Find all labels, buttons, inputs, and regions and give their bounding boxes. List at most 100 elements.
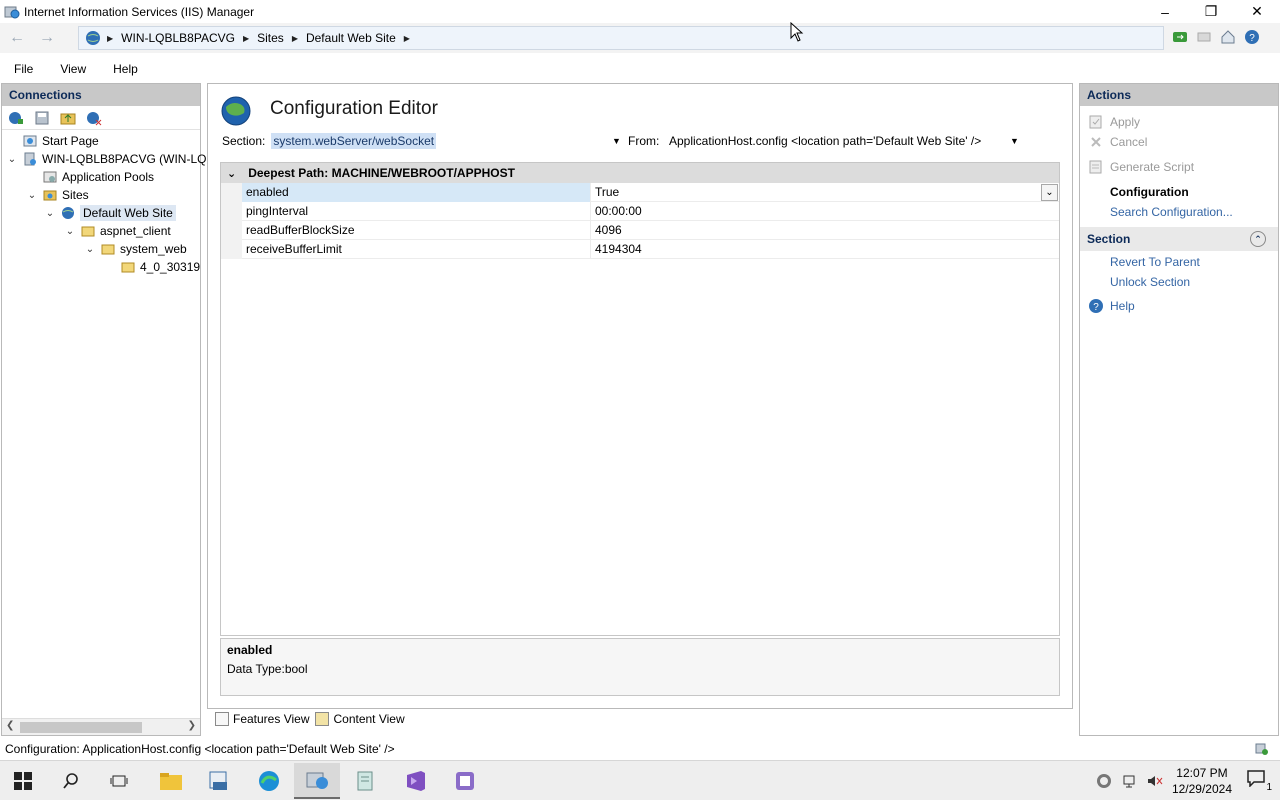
tree-item-sites[interactable]: ⌄ Sites <box>26 186 89 204</box>
up-folder-icon[interactable] <box>58 109 78 127</box>
breadcrumb-item-sites[interactable]: Sites <box>257 31 284 45</box>
folder-icon <box>100 241 116 257</box>
tree-item-default-web-site[interactable]: ⌄ Default Web Site <box>44 204 176 222</box>
search-configuration-link[interactable]: Search Configuration... <box>1110 203 1233 221</box>
scroll-thumb[interactable] <box>20 722 142 733</box>
server-icon <box>22 151 38 167</box>
help-icon[interactable]: ? <box>1242 27 1262 47</box>
property-value[interactable]: 4096 <box>590 220 1059 240</box>
network-status-icon <box>1255 743 1268 755</box>
deepest-path-header[interactable]: ⌄ Deepest Path: MACHINE/WEBROOT/APPHOST <box>221 163 1059 183</box>
property-name[interactable]: readBufferBlockSize <box>242 223 590 237</box>
menu-file[interactable]: File <box>0 62 46 76</box>
notifications-button[interactable]: 1 <box>1246 769 1272 793</box>
cancel-button[interactable]: Cancel <box>1088 133 1147 151</box>
cancel-icon <box>1091 137 1101 147</box>
revert-to-parent-link[interactable]: Revert To Parent <box>1110 253 1200 271</box>
breadcrumb-arrow-icon: ▶ <box>242 33 250 43</box>
tab-content-view[interactable]: Content View <box>315 712 405 726</box>
menu-view[interactable]: View <box>46 62 99 76</box>
scroll-right-icon[interactable]: ❯ <box>188 720 196 731</box>
horizontal-scrollbar[interactable]: ❮ ❯ <box>2 718 200 735</box>
minimize-button[interactable]: – <box>1142 0 1188 23</box>
property-name[interactable]: enabled <box>242 182 590 202</box>
svg-text:?: ? <box>1093 302 1099 313</box>
clock[interactable]: 12:07 PM 12/29/2024 <box>1172 765 1232 797</box>
section-input[interactable]: system.webServer/webSocket <box>271 133 437 149</box>
property-grid: ⌄ Deepest Path: MACHINE/WEBROOT/APPHOST … <box>220 162 1060 636</box>
tree-item-application-pools[interactable]: Application Pools <box>42 168 154 186</box>
app-window-icon <box>456 772 474 790</box>
chevron-down-icon[interactable]: ⌄ <box>26 190 38 201</box>
window-title: Internet Information Services (IIS) Mana… <box>24 4 255 19</box>
description-text: Data Type:bool <box>227 662 308 676</box>
scroll-left-icon[interactable]: ❮ <box>6 720 14 731</box>
breadcrumb-item-server[interactable]: WIN-LQBLB8PACVG <box>121 31 235 45</box>
back-button[interactable]: ← <box>4 27 30 49</box>
taskbar-app[interactable] <box>442 763 488 799</box>
breadcrumb-item-default-web-site[interactable]: Default Web Site <box>306 31 396 45</box>
app-pool-icon <box>42 169 58 185</box>
tab-features-view[interactable]: Features View <box>215 712 309 726</box>
title-bar: Internet Information Services (IIS) Mana… <box>0 0 1280 23</box>
generate-script-button[interactable]: Generate Script <box>1088 158 1194 176</box>
table-row[interactable]: pingInterval 00:00:00 <box>221 201 1059 221</box>
tree-item-4-0-30319[interactable]: 4_0_30319 <box>120 258 200 276</box>
section-label: Section: <box>222 134 266 148</box>
collapse-icon[interactable]: ⌃ <box>1250 231 1266 247</box>
property-name[interactable]: pingInterval <box>242 204 590 218</box>
connect-icon[interactable] <box>6 109 26 127</box>
clock-date: 12/29/2024 <box>1171 782 1232 796</box>
taskbar-visual-studio[interactable] <box>392 763 438 799</box>
taskbar-server-manager[interactable] <box>196 763 242 799</box>
tree-item-start-page[interactable]: Start Page <box>22 132 99 150</box>
help-link[interactable]: ? Help <box>1088 297 1135 315</box>
chevron-down-icon[interactable]: ⌄ <box>44 208 56 219</box>
unlock-section-link[interactable]: Unlock Section <box>1110 273 1190 291</box>
restore-button[interactable]: ❐ <box>1188 0 1234 23</box>
apply-button[interactable]: Apply <box>1088 113 1140 131</box>
property-value[interactable]: True <box>590 182 1059 202</box>
system-tray: 12:07 PM 12/29/2024 1 <box>1096 761 1280 801</box>
start-button[interactable] <box>0 763 46 799</box>
chevron-down-icon[interactable]: ⌄ <box>227 167 236 180</box>
breadcrumb[interactable]: ▶ WIN-LQBLB8PACVG ▶ Sites ▶ Default Web … <box>78 26 1164 50</box>
search-button[interactable] <box>48 763 94 799</box>
section-header[interactable]: Section ⌃ <box>1080 227 1278 251</box>
home-icon[interactable] <box>1218 27 1238 47</box>
taskbar-edge[interactable] <box>246 763 292 799</box>
folder-icon <box>160 773 182 790</box>
section-dropdown-icon[interactable]: ▼ <box>612 136 621 146</box>
property-value[interactable]: 00:00:00 <box>590 201 1059 221</box>
from-dropdown-icon[interactable]: ▼ <box>1010 136 1019 146</box>
property-value[interactable]: 4194304 <box>590 239 1059 259</box>
task-view-button[interactable] <box>96 763 142 799</box>
taskbar-file-explorer[interactable] <box>148 763 194 799</box>
property-name[interactable]: receiveBufferLimit <box>242 242 590 256</box>
taskbar-notepad[interactable] <box>343 763 389 799</box>
from-select[interactable]: ApplicationHost.config <location path='D… <box>669 134 981 148</box>
chevron-down-icon[interactable]: ⌄ <box>6 154 18 165</box>
edge-icon <box>259 771 279 791</box>
stop-icon[interactable] <box>1194 27 1214 47</box>
network-icon[interactable] <box>1122 773 1138 789</box>
disconnect-icon[interactable] <box>84 109 104 127</box>
tree-item-server[interactable]: ⌄ WIN-LQBLB8PACVG (WIN-LQ <box>6 150 207 168</box>
table-row[interactable]: enabled True ⌄ <box>221 182 1059 202</box>
tree-item-aspnet-client[interactable]: ⌄ aspnet_client <box>64 222 171 240</box>
chevron-down-icon[interactable]: ⌄ <box>1041 184 1058 201</box>
clock-time: 12:07 PM <box>1176 766 1228 780</box>
chevron-down-icon[interactable]: ⌄ <box>84 244 96 255</box>
refresh-icon[interactable] <box>1170 27 1190 47</box>
taskbar-iis-manager[interactable] <box>294 763 340 799</box>
close-button[interactable]: ✕ <box>1234 0 1280 23</box>
save-icon[interactable] <box>32 109 52 127</box>
forward-button[interactable]: → <box>34 27 60 49</box>
menu-help[interactable]: Help <box>99 62 151 76</box>
volume-muted-icon[interactable] <box>1146 773 1164 789</box>
tree-item-system-web[interactable]: ⌄ system_web <box>84 240 187 258</box>
chevron-down-icon[interactable]: ⌄ <box>64 226 76 237</box>
table-row[interactable]: readBufferBlockSize 4096 <box>221 220 1059 240</box>
table-row[interactable]: receiveBufferLimit 4194304 <box>221 239 1059 259</box>
update-icon[interactable] <box>1096 773 1112 789</box>
